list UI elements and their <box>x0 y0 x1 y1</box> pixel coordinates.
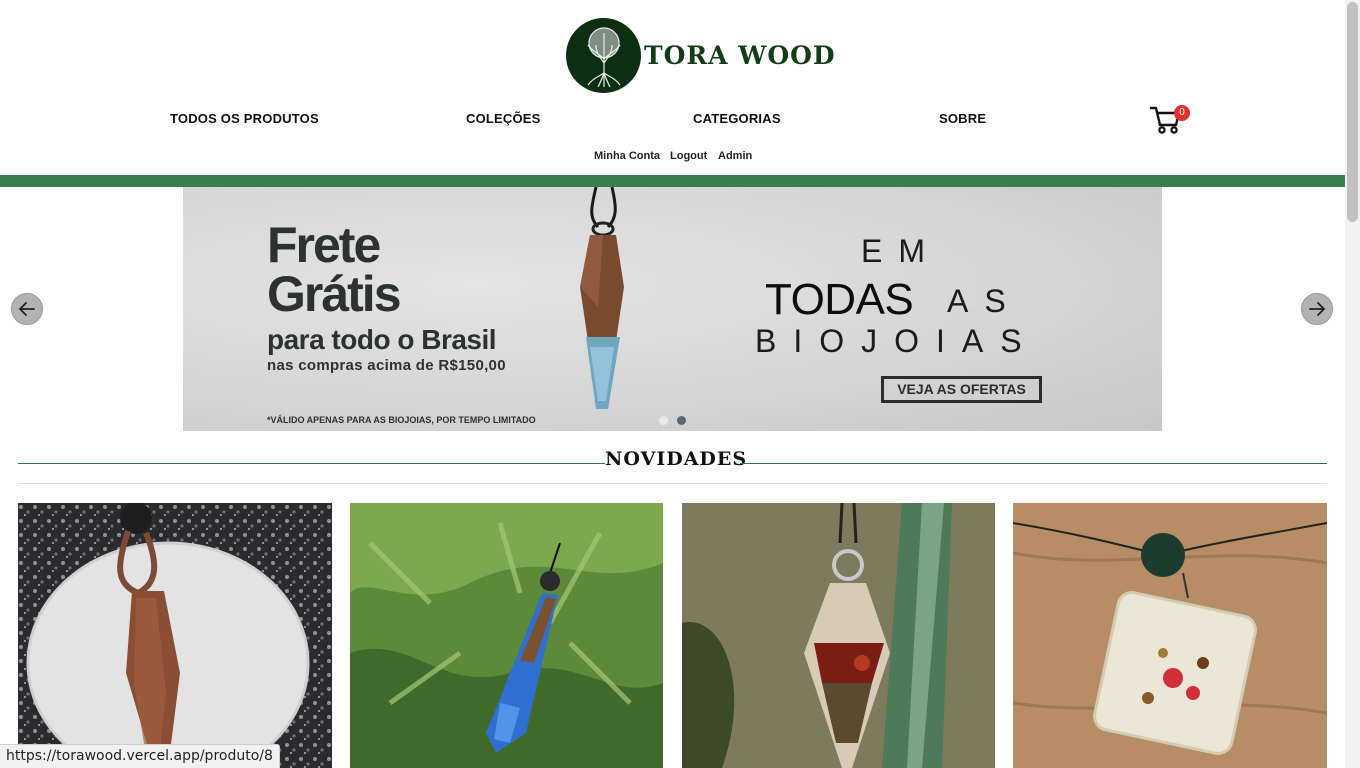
section-divider-left <box>18 463 605 464</box>
nav-colecoes[interactable]: COLEÇÕES <box>466 111 541 126</box>
nav-todos-os-produtos[interactable]: TODOS OS PRODUTOS <box>170 111 319 126</box>
pendant-illustration <box>580 187 624 409</box>
banner-subheadline: para todo o Brasil <box>267 324 497 355</box>
brand-logo-link[interactable]: TORA WOOD <box>566 18 836 93</box>
link-logout[interactable]: Logout <box>670 150 707 162</box>
tree-of-life-icon <box>566 18 641 93</box>
product-card-red-crystal[interactable] <box>682 503 995 768</box>
banner-todas: TODAS <box>765 275 914 324</box>
header-divider-bar <box>0 175 1345 187</box>
arrow-left-icon <box>19 302 35 316</box>
carousel-next-button[interactable] <box>1301 293 1333 325</box>
product-card-square-pendant[interactable] <box>1013 503 1327 768</box>
page: TORA WOOD TODOS OS PRODUTOS COLEÇÕES CAT… <box>0 0 1345 768</box>
banner-em: EM <box>861 233 941 269</box>
link-admin[interactable]: Admin <box>718 150 752 162</box>
cart-button[interactable]: 0 <box>1150 103 1190 135</box>
arrow-right-icon <box>1309 302 1325 316</box>
status-bar-url: https://torawood.vercel.app/produto/8 <box>0 744 280 768</box>
product-card-wooden-pendant[interactable] <box>18 503 332 768</box>
scrollbar-thumb[interactable] <box>1347 2 1358 222</box>
section-divider-right <box>740 463 1327 464</box>
vertical-scrollbar[interactable] <box>1345 0 1360 768</box>
product-image <box>350 503 663 768</box>
section-title: NOVIDADES <box>605 448 748 470</box>
product-card-blue-pendant[interactable] <box>350 503 663 768</box>
cart-count-badge: 0 <box>1174 105 1190 121</box>
product-image <box>18 503 332 768</box>
banner-as: AS <box>947 283 1022 319</box>
link-minha-conta[interactable]: Minha Conta <box>594 150 660 162</box>
carousel-prev-button[interactable] <box>11 293 43 325</box>
product-image <box>682 503 995 768</box>
banner-biojoias: BIOJOIAS <box>755 323 1039 359</box>
product-image <box>1013 503 1327 768</box>
carousel-dot-1[interactable] <box>659 416 668 425</box>
section-underline <box>18 483 1327 484</box>
banner-condition: nas compras acima de R$150,00 <box>267 357 506 374</box>
nav-categorias[interactable]: CATEGORIAS <box>693 111 781 126</box>
promo-banner[interactable]: Frete Grátis para todo o Brasil nas comp… <box>183 187 1162 431</box>
carousel-dot-2-active[interactable] <box>677 416 686 425</box>
banner-headline-1: Frete <box>267 217 381 273</box>
see-offers-button[interactable]: VEJA AS OFERTAS <box>881 376 1042 403</box>
nav-sobre[interactable]: SOBRE <box>939 111 986 126</box>
brand-name: TORA WOOD <box>644 41 836 70</box>
banner-headline-2: Grátis <box>267 266 402 322</box>
banner-disclaimer: *VÁLIDO APENAS PARA AS BIOJOIAS, POR TEM… <box>267 415 536 425</box>
